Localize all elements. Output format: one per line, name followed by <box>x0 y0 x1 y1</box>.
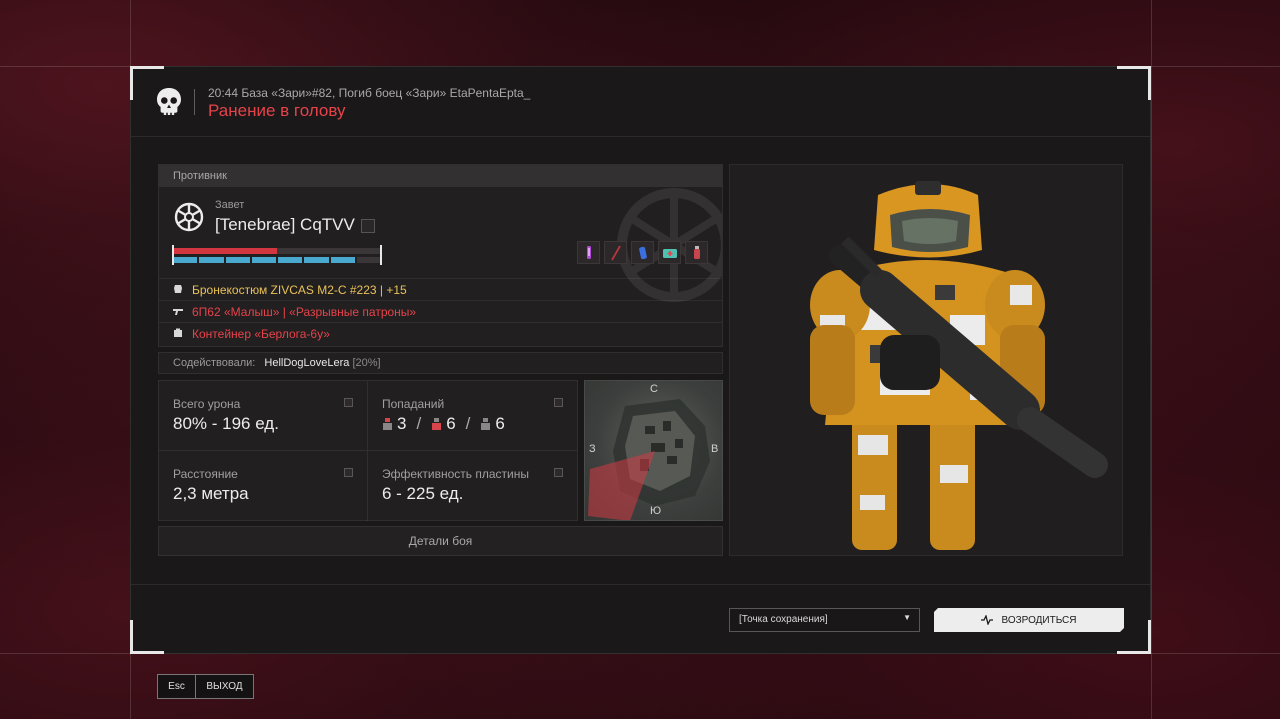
faction-covenant-icon <box>174 202 204 232</box>
enemy-armor-item[interactable]: Бронекостюм ZIVCAS M2-C #223 | +15 <box>159 278 722 300</box>
armor-name: Бронекостюм ZIVCAS M2-C #223 | +15 <box>192 283 407 297</box>
armor-segment <box>225 257 250 263</box>
medkit-icon <box>658 241 681 264</box>
syringe-icon <box>577 241 600 264</box>
armor-segment <box>173 257 198 263</box>
health-fill <box>173 248 277 254</box>
death-screen-panel: 20:44 База «Зари»#82, Погиб боец «Зари» … <box>130 66 1151 654</box>
enemy-health-bar <box>173 248 381 254</box>
frame-guide-right <box>1151 0 1152 719</box>
assist-label: Содействовали: <box>173 357 256 369</box>
battery-icon <box>631 241 654 264</box>
respawn-button[interactable]: ВОЗРОДИТЬСЯ <box>934 608 1124 632</box>
combat-stats: Всего урона 80% - 196 ед. Попаданий 3 / … <box>158 380 578 521</box>
armor-segment <box>199 257 224 263</box>
bar-tick <box>172 245 174 265</box>
enemy-quick-items <box>577 241 708 264</box>
stat-label: Попаданий <box>382 397 445 411</box>
compass-east: В <box>711 443 719 455</box>
armor-segment <box>278 257 303 263</box>
hits-separator: / <box>416 414 422 433</box>
soldier-figure <box>810 181 1108 550</box>
death-header: 20:44 База «Зари»#82, Погиб боец «Зари» … <box>131 67 1150 137</box>
assist-row: Содействовали: HellDogLoveLera [20%] <box>158 352 723 374</box>
compass-south: Ю <box>650 505 662 517</box>
enemy-container-item[interactable]: Контейнер «Берлога-6у» <box>159 322 722 344</box>
copy-name-icon[interactable] <box>361 219 375 233</box>
armor-segment <box>356 257 381 263</box>
head-hit-icon <box>383 418 392 430</box>
chevron-down-icon: ▼ <box>903 613 911 622</box>
stat-value: 6 - 225 ед. <box>382 484 464 503</box>
info-icon[interactable] <box>554 468 563 477</box>
compass-west: З <box>589 443 596 455</box>
enemy-weapon-item[interactable]: 6П62 «Малыш» | «Разрывные патроны» <box>159 300 722 322</box>
assist-percent: [20%] <box>352 357 381 369</box>
head-hits: 3 <box>397 414 407 433</box>
respawn-select-value: [Точка сохранения] <box>739 614 828 625</box>
footer-divider <box>131 584 1150 585</box>
stat-label: Эффективность пластины <box>382 467 530 481</box>
compass-north: С <box>650 383 658 395</box>
kill-event-text: 20:44 База «Зари»#82, Погиб боец «Зари» … <box>208 86 531 100</box>
info-icon[interactable] <box>344 468 353 477</box>
weapon-name: 6П62 «Малыш» | «Разрывные патроны» <box>192 305 417 319</box>
stat-value: 80% - 196 ед. <box>173 414 279 433</box>
exit-hotkey: Esc <box>158 675 196 698</box>
container-icon <box>174 328 182 337</box>
pulse-icon <box>981 615 993 625</box>
armor-icon <box>174 285 182 293</box>
enemy-section-title: Противник <box>159 165 722 187</box>
corner-bracket <box>130 620 164 654</box>
enemy-player-name: [Tenebrae] CqTVV <box>215 215 355 234</box>
info-icon[interactable] <box>344 398 353 407</box>
stimulant-icon <box>685 241 708 264</box>
assist-player-name: HellDogLoveLera <box>264 357 350 369</box>
armor-segment <box>251 257 276 263</box>
kill-direction-minimap: С Ю З В <box>584 380 723 521</box>
enemy-card: Противник Завет [Tenebrae] CqTVV Бронеко… <box>158 164 723 347</box>
stat-hits: Попаданий 3 / 6 / 6 <box>368 381 577 451</box>
hits-separator: / <box>465 414 471 433</box>
info-icon[interactable] <box>554 398 563 407</box>
limb-hits: 6 <box>495 414 505 433</box>
enemy-armor-bar <box>173 257 381 263</box>
respawn-button-label: ВОЗРОДИТЬСЯ <box>1001 614 1077 626</box>
weapon-icon <box>173 309 183 315</box>
stat-label: Расстояние <box>173 467 238 481</box>
stat-total-damage: Всего урона 80% - 196 ед. <box>159 381 368 451</box>
exit-label: ВЫХОД <box>196 675 253 698</box>
hits-breakdown: 3 / 6 / 6 <box>382 414 505 434</box>
stat-value: 2,3 метра <box>173 484 249 503</box>
header-divider <box>194 89 195 115</box>
bar-tick <box>380 245 382 265</box>
battle-details-button[interactable]: Детали боя <box>158 526 723 556</box>
body-hit-icon <box>432 418 442 430</box>
minimap-terrain <box>588 399 710 520</box>
enemy-character-preview <box>729 164 1123 556</box>
body-hits: 6 <box>446 414 456 433</box>
exit-button[interactable]: Esc ВЫХОД <box>157 674 254 699</box>
skull-icon <box>157 88 181 115</box>
armor-segment <box>304 257 329 263</box>
stat-plate-efficiency: Эффективность пластины 6 - 225 ед. <box>368 451 577 521</box>
stat-label: Всего урона <box>173 397 241 411</box>
respawn-point-select[interactable]: [Точка сохранения] ▼ <box>729 608 920 632</box>
armor-segment <box>330 257 355 263</box>
limb-hit-icon <box>481 418 491 430</box>
knife-icon <box>604 241 627 264</box>
container-name: Контейнер «Берлога-6у» <box>192 327 330 341</box>
death-cause: Ранение в голову <box>208 101 346 120</box>
faction-name: Завет <box>215 199 245 211</box>
stat-distance: Расстояние 2,3 метра <box>159 451 368 521</box>
